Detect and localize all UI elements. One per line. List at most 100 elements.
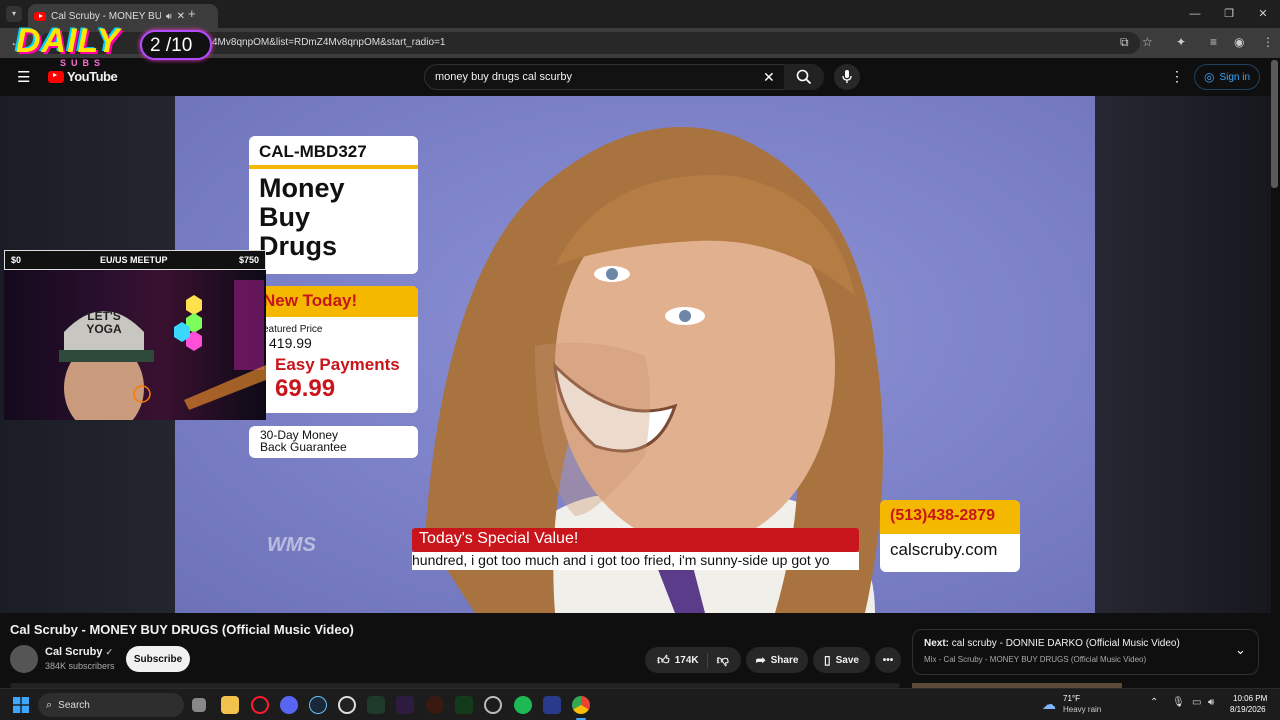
- clear-search-icon[interactable]: ✕: [763, 69, 775, 86]
- product-card: CAL-MBD327 Money Buy Drugs: [249, 136, 418, 274]
- steam-icon[interactable]: [309, 696, 327, 714]
- channel-name-row[interactable]: Cal Scruby ✓: [45, 646, 113, 658]
- subs-logo-text: SUBS: [60, 58, 106, 68]
- up-next-panel[interactable]: Next: cal scruby - DONNIE DARKO (Officia…: [912, 629, 1259, 675]
- webcam-right-value: $750: [239, 255, 260, 265]
- webcam-left-value: $0: [11, 255, 22, 265]
- easy-payments-label: Easy Payments: [275, 355, 400, 374]
- new-today-banner: New Today!: [249, 286, 418, 317]
- tab-close-icon[interactable]: ✕: [177, 11, 185, 22]
- subscriber-count: 384K subscribers: [45, 661, 115, 671]
- product-title-line1: Money: [259, 173, 345, 203]
- tab-list-chevron-icon[interactable]: ▾: [6, 6, 22, 22]
- install-app-icon[interactable]: ⧉: [1120, 35, 1129, 50]
- app-orange-icon[interactable]: [426, 696, 444, 714]
- app-purple-icon[interactable]: [396, 696, 414, 714]
- search-button[interactable]: [784, 64, 824, 90]
- bookmark-icon: ▯: [824, 653, 831, 667]
- file-explorer-icon[interactable]: [221, 696, 239, 714]
- webcam-title: EU/US MEETUP: [100, 255, 168, 265]
- extensions-icon[interactable]: ✦: [1176, 35, 1186, 49]
- save-button[interactable]: ▯ Save: [813, 647, 870, 673]
- next-label: Next:: [924, 638, 950, 649]
- browser-menu-icon[interactable]: ⋮: [1262, 35, 1274, 49]
- voice-search-button[interactable]: [834, 64, 860, 90]
- special-value-text: Today's Special Value!: [419, 530, 579, 547]
- channel-name[interactable]: Cal Scruby: [45, 646, 102, 658]
- settings-kebab-icon[interactable]: ⋮: [1170, 68, 1184, 85]
- subscribe-button[interactable]: Subscribe: [126, 646, 190, 672]
- tab-title: Cal Scruby - MONEY BUY D: [51, 10, 161, 22]
- app-play-icon[interactable]: [455, 696, 473, 714]
- weather-temp: 71°F: [1063, 694, 1080, 703]
- video-backdrop-right: [1095, 96, 1271, 613]
- expand-chevron-icon[interactable]: ⌄: [1235, 642, 1246, 658]
- tray-display-icon[interactable]: ▭: [1192, 697, 1201, 708]
- discord-icon[interactable]: [280, 696, 298, 714]
- thumbs-up-icon: 👍︎: [657, 652, 670, 667]
- guarantee-line2: Back Guarantee: [260, 440, 347, 454]
- new-tab-button[interactable]: +: [188, 6, 196, 21]
- windows-start-icon[interactable]: [13, 697, 29, 713]
- clock-date[interactable]: 8/19/2026: [1230, 705, 1266, 714]
- weather-cloud-icon[interactable]: ☁: [1042, 696, 1056, 713]
- guarantee-card: 30-Day Money Back Guarantee: [249, 426, 418, 458]
- contact-card: (513)438-2879 calscruby.com: [880, 500, 1020, 572]
- channel-avatar[interactable]: [10, 645, 38, 673]
- video-title: Cal Scruby - MONEY BUY DRUGS (Official M…: [10, 622, 354, 637]
- taskbar-search-icon: ⌕: [46, 698, 53, 711]
- webcam-feed: LET'S YOGA: [4, 270, 266, 420]
- window-close-icon[interactable]: ✕: [1246, 0, 1280, 28]
- app-clock-icon[interactable]: [484, 696, 502, 714]
- search-icon: [796, 69, 812, 85]
- more-actions-button[interactable]: •••: [875, 647, 901, 673]
- bookmark-star-icon[interactable]: ☆: [1142, 35, 1153, 49]
- counter-badge: 2 /10: [140, 30, 212, 60]
- audio-icon[interactable]: 🔊︎: [166, 11, 172, 22]
- page-scrollbar[interactable]: [1271, 60, 1278, 188]
- thumbs-down-icon[interactable]: 👎︎: [713, 653, 729, 668]
- app-green-icon[interactable]: [367, 696, 385, 714]
- channel-watermark: WMS: [267, 534, 316, 556]
- tray-mic-icon[interactable]: 🎙︎: [1172, 697, 1185, 708]
- featured-price-label: eatured Price: [263, 324, 323, 335]
- opera-icon[interactable]: [251, 696, 269, 714]
- search-box[interactable]: money buy drugs cal scurby ✕: [424, 64, 824, 90]
- weather-desc: Heavy rain: [1063, 705, 1102, 714]
- chrome-icon[interactable]: [572, 696, 590, 714]
- counter-text: 2 /10: [150, 35, 193, 56]
- product-sku: CAL-MBD327: [249, 136, 418, 169]
- youtube-logo-icon: [48, 70, 64, 83]
- minimize-icon[interactable]: —: [1178, 0, 1212, 28]
- next-video-title[interactable]: cal scruby - DONNIE DARKO (Official Musi…: [952, 638, 1180, 649]
- video-player[interactable]: CAL-MBD327 Money Buy Drugs New Today! ea…: [175, 96, 1095, 613]
- like-dislike-group: 👍︎ 174K 👎︎: [645, 647, 741, 673]
- search-input[interactable]: money buy drugs cal scurby: [435, 71, 572, 83]
- subtitle-text: hundred, i got too much and i got too fr…: [412, 552, 830, 568]
- account-circle-icon: ◎: [1203, 70, 1215, 84]
- featured-price-value: 419.99: [269, 335, 312, 351]
- restore-icon[interactable]: ❐: [1212, 0, 1246, 28]
- youtube-favicon-icon: [34, 11, 46, 21]
- webcam-scene: [59, 280, 266, 420]
- daily-logo-text: DAILY: [16, 22, 121, 60]
- taskbar-search-box[interactable]: ⌕ Search: [38, 693, 184, 717]
- share-button[interactable]: ➦ Share: [746, 647, 808, 673]
- obs-icon[interactable]: [338, 696, 356, 714]
- like-button[interactable]: 👍︎ 174K: [657, 652, 708, 668]
- tray-volume-icon[interactable]: 🔊︎: [1208, 697, 1214, 708]
- like-count: 174K: [674, 654, 699, 666]
- tray-chevron-icon[interactable]: ⌃: [1150, 697, 1158, 708]
- price-card: New Today! eatured Price 419.99 Easy Pay…: [249, 286, 418, 413]
- share-arrow-icon: ➦: [755, 653, 766, 667]
- task-view-icon[interactable]: [192, 698, 206, 712]
- product-title-line3: Drugs: [259, 231, 338, 261]
- app-blue-icon[interactable]: [543, 696, 561, 714]
- media-control-icon[interactable]: ≡: [1210, 35, 1217, 49]
- taskbar-search-label: Search: [58, 699, 90, 711]
- profile-icon[interactable]: ◉: [1234, 35, 1244, 49]
- clock-time[interactable]: 10:06 PM: [1233, 694, 1267, 703]
- spotify-icon[interactable]: [514, 696, 532, 714]
- phone-number: (513)438-2879: [880, 500, 1020, 534]
- sign-in-button[interactable]: ◎ Sign in: [1194, 64, 1260, 90]
